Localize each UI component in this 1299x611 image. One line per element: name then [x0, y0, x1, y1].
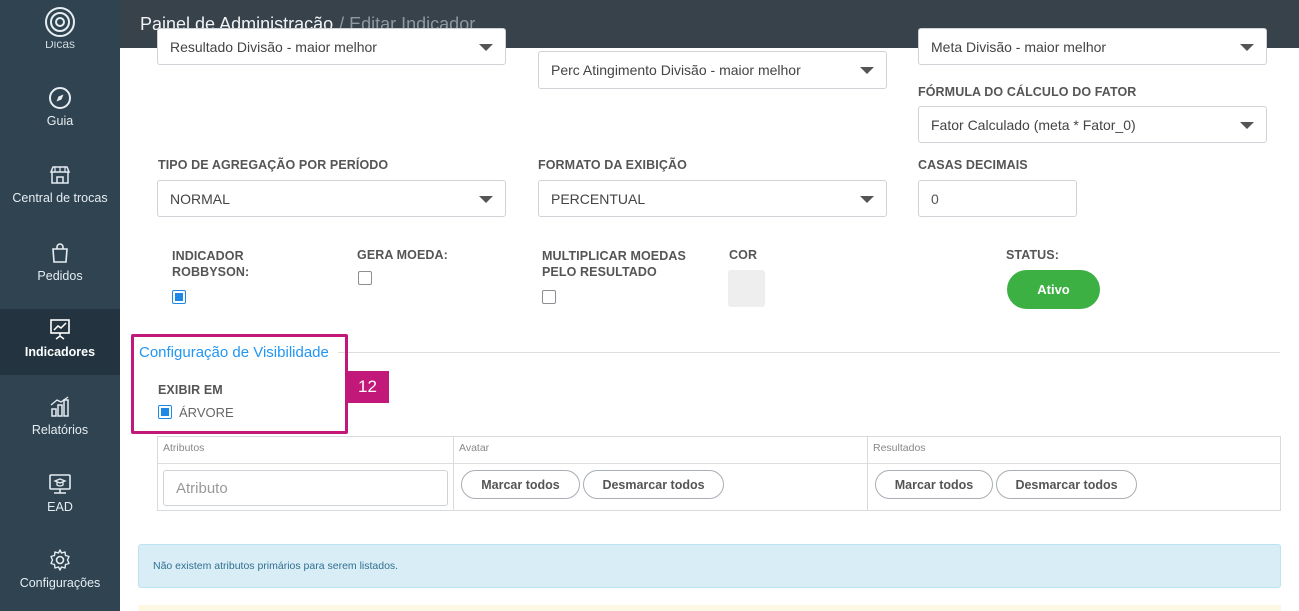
- shopping-bag-icon: [52, 243, 68, 263]
- sidebar-item-guia[interactable]: Guia: [0, 86, 120, 144]
- chevron-down-icon: [479, 44, 493, 51]
- format-select[interactable]: PERCENTUAL: [538, 180, 887, 217]
- divider: [338, 352, 1280, 353]
- decimals-input[interactable]: 0: [918, 180, 1077, 217]
- multiplicar-checkbox[interactable]: [542, 290, 556, 304]
- table-header-atributos: Atributos: [163, 442, 205, 454]
- cor-label: COR: [729, 248, 758, 262]
- sidebar-item-label: Relatórios: [31, 423, 89, 437]
- sidebar-item-dicas-cut[interactable]: Dicas: [0, 41, 120, 53]
- color-picker[interactable]: [728, 270, 765, 307]
- aggregation-label: TIPO DE AGREGAÇÃO POR PERÍODO: [158, 158, 389, 172]
- logo-icon[interactable]: [43, 5, 77, 39]
- attribute-input[interactable]: Atributo: [163, 470, 448, 506]
- results-unmark-all-button[interactable]: Desmarcar todos: [996, 470, 1137, 499]
- robbyson-label: INDICADOR ROBBYSON:: [172, 249, 250, 279]
- gear-icon: [50, 549, 70, 571]
- avatar-unmark-all-button[interactable]: Desmarcar todos: [583, 470, 724, 499]
- attributes-table: Atributos Avatar Resultados Atributo Mar…: [157, 436, 1281, 511]
- status-label: STATUS:: [1006, 248, 1060, 262]
- gera-moeda-label: GERA MOEDA:: [357, 248, 448, 262]
- education-monitor-icon: [49, 474, 71, 494]
- sidebar: Dicas Guia Central de trocas Pedidos Ind…: [0, 0, 120, 611]
- sidebar-item-indicadores[interactable]: Indicadores: [0, 309, 120, 375]
- table-divider: [453, 437, 454, 510]
- sidebar-item-label: Guia: [46, 114, 74, 128]
- sidebar-item-label: Central de trocas: [12, 191, 108, 205]
- sidebar-item-relatorios[interactable]: Relatórios: [0, 395, 120, 453]
- result-indicator-select[interactable]: Resultado Divisão - maior melhor: [157, 28, 506, 65]
- results-mark-all-button[interactable]: Marcar todos: [875, 470, 993, 499]
- store-icon: [49, 166, 71, 184]
- sidebar-item-configuracoes[interactable]: Configurações: [0, 548, 120, 606]
- sidebar-item-label: Indicadores: [24, 345, 96, 359]
- multiplicar-label: MULTIPLICAR MOEDAS PELO RESULTADO: [542, 249, 686, 279]
- gera-moeda-checkbox[interactable]: [358, 271, 372, 285]
- info-alert: Não existem atributos primários para ser…: [138, 544, 1281, 588]
- decimals-label: CASAS DECIMAIS: [918, 158, 1028, 172]
- compass-icon: [49, 87, 71, 109]
- sidebar-item-label: EAD: [47, 500, 73, 514]
- warning-alert: [138, 605, 1281, 611]
- formula-select[interactable]: Fator Calculado (meta * Fator_0): [918, 106, 1267, 143]
- table-divider: [867, 437, 868, 510]
- chevron-down-icon: [860, 196, 874, 203]
- sidebar-item-label: Dicas: [44, 41, 75, 51]
- chevron-down-icon: [860, 67, 874, 74]
- sidebar-item-label: Configurações: [19, 576, 101, 590]
- callout-badge: 12: [346, 371, 389, 403]
- robbyson-checkbox[interactable]: [172, 290, 186, 304]
- reports-chart-icon: [50, 396, 69, 417]
- table-header-divider: [158, 463, 1280, 464]
- chevron-down-icon: [1240, 122, 1254, 129]
- sidebar-item-pedidos[interactable]: Pedidos: [0, 241, 120, 299]
- sidebar-item-label: Pedidos: [37, 269, 83, 283]
- table-header-resultados: Resultados: [873, 442, 926, 454]
- status-toggle-button[interactable]: Ativo: [1007, 270, 1100, 309]
- presentation-chart-icon: [50, 319, 70, 340]
- formula-label: FÓRMULA DO CÁLCULO DO FATOR: [918, 85, 1137, 99]
- chevron-down-icon: [1240, 44, 1254, 51]
- chevron-down-icon: [479, 196, 493, 203]
- format-label: FORMATO DA EXIBIÇÃO: [538, 158, 687, 172]
- avatar-mark-all-button[interactable]: Marcar todos: [461, 470, 580, 499]
- goal-indicator-select[interactable]: Meta Divisão - maior melhor: [918, 28, 1267, 65]
- highlight-box: [131, 334, 348, 434]
- main-content: Resultado Divisão - maior melhor Perc At…: [120, 28, 1299, 611]
- table-header-avatar: Avatar: [459, 442, 490, 454]
- sidebar-item-ead[interactable]: EAD: [0, 472, 120, 530]
- sidebar-item-central-de-trocas[interactable]: Central de trocas: [0, 163, 120, 221]
- achievement-indicator-select[interactable]: Perc Atingimento Divisão - maior melhor: [538, 51, 887, 89]
- aggregation-select[interactable]: NORMAL: [157, 180, 506, 217]
